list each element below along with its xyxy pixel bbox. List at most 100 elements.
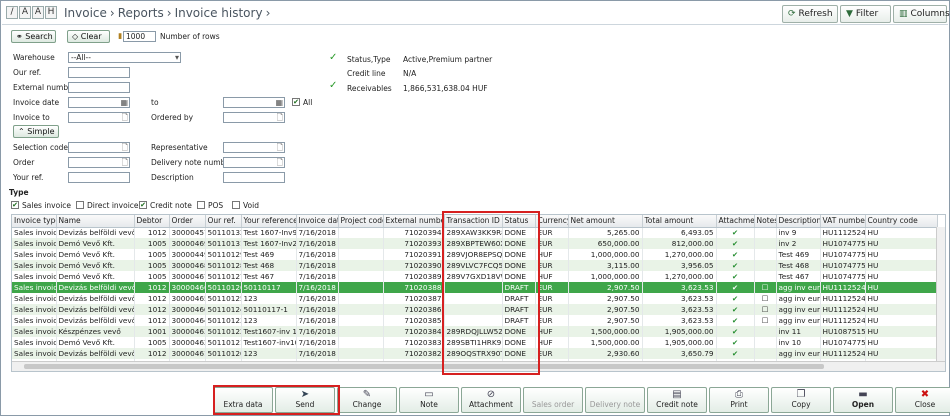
font-button-h[interactable]: H xyxy=(45,6,57,19)
print-button[interactable]: ⎙ Print xyxy=(709,387,769,413)
column-header[interactable]: VAT number xyxy=(820,215,866,228)
sales-invoice-checkbox[interactable]: ✔ xyxy=(11,201,19,209)
table-cell: Sales invoice xyxy=(12,293,57,304)
columns-icon: ▥ xyxy=(899,9,908,19)
order-input[interactable]: 🗋 xyxy=(68,157,130,168)
delivery-note-number-label: Delivery note number xyxy=(151,158,234,167)
font-button-small-a[interactable]: A xyxy=(19,6,31,19)
all-checkbox[interactable]: ✔ xyxy=(292,98,300,106)
warehouse-select[interactable]: --All-- ▾ xyxy=(68,52,181,63)
breadcrumb-reports[interactable]: Reports xyxy=(118,6,164,20)
columns-button[interactable]: ▥ Columns xyxy=(893,5,950,23)
table-cell: ✔ xyxy=(716,260,755,271)
vertical-scrollbar[interactable] xyxy=(936,227,945,361)
column-header[interactable]: Our ref. xyxy=(205,215,242,228)
table-cell: 1005 xyxy=(134,260,170,271)
lookup-icon[interactable]: 🗋 xyxy=(277,143,283,152)
table-cell: 1,000,000.00 xyxy=(568,271,643,282)
table-cell xyxy=(338,315,384,326)
column-header[interactable]: Notes xyxy=(754,215,777,228)
column-header[interactable]: Your reference xyxy=(241,215,297,228)
delivery-note-number-input[interactable]: 🗋 xyxy=(223,157,285,168)
our-ref-input[interactable] xyxy=(68,67,130,78)
table-cell: Sales invoice xyxy=(12,304,57,315)
table-cell: 50110126 xyxy=(205,282,242,293)
delivery-note-button: Delivery note xyxy=(585,387,645,413)
close-label: Close xyxy=(914,400,936,409)
filter-button[interactable]: ▼ Filter xyxy=(840,5,891,23)
column-header[interactable]: Description xyxy=(776,215,821,228)
calendar-icon[interactable]: ▦ xyxy=(120,98,128,107)
column-header[interactable]: Invoice type xyxy=(12,215,57,228)
type-title: Type xyxy=(9,188,29,197)
pos-checkbox[interactable] xyxy=(197,201,205,209)
print-icon: ⎙ xyxy=(735,389,743,400)
credit-note-button[interactable]: ▤ Credit note xyxy=(647,387,707,413)
table-cell: agg inv eur xyxy=(776,293,821,304)
invoice-to-input[interactable]: 🗋 xyxy=(68,112,130,123)
column-header[interactable]: Project code xyxy=(338,215,384,228)
table-cell: 123 xyxy=(241,315,297,326)
void-checkbox[interactable] xyxy=(232,201,240,209)
table-cell: 2,907.50 xyxy=(568,304,643,315)
external-number-input[interactable] xyxy=(68,82,130,93)
table-cell: 50110127 xyxy=(205,271,242,282)
note-button[interactable]: ▭ Note xyxy=(399,387,459,413)
column-header[interactable]: External number xyxy=(383,215,445,228)
table-cell: agg inv eur xyxy=(776,282,821,293)
column-header[interactable]: Name xyxy=(56,215,135,228)
description-input[interactable] xyxy=(223,172,285,183)
horizontal-scroll-thumb[interactable] xyxy=(24,364,824,369)
breadcrumb-invoice[interactable]: Invoice xyxy=(64,6,107,20)
representative-input[interactable]: 🗋 xyxy=(223,142,285,153)
lookup-icon[interactable]: 🗋 xyxy=(122,158,128,167)
table-cell: Devizás belföldi vevő xyxy=(56,315,135,326)
change-button[interactable]: ✎ Change xyxy=(337,387,397,413)
direct-invoice-checkbox[interactable] xyxy=(76,201,84,209)
column-header[interactable]: Order xyxy=(169,215,206,228)
table-cell: 1,905,000.00 xyxy=(642,326,717,337)
table-cell xyxy=(338,227,384,238)
lookup-icon[interactable]: 🗋 xyxy=(122,113,128,122)
ordered-by-input[interactable]: 🗋 xyxy=(223,112,285,123)
print-label: Print xyxy=(730,400,748,409)
column-header[interactable]: Total amount xyxy=(642,215,717,228)
invoice-date-from-input[interactable]: ▦ xyxy=(68,97,130,108)
font-button-large-a[interactable]: A xyxy=(32,6,44,19)
column-header[interactable]: Invoice date xyxy=(296,215,339,228)
refresh-button[interactable]: ⟳ Refresh xyxy=(782,5,838,23)
close-button[interactable]: ✖ Close xyxy=(895,387,950,413)
simple-label: Simple xyxy=(27,127,55,136)
copy-button[interactable]: ❐ Copy xyxy=(771,387,831,413)
clear-button[interactable]: ◇ Clear xyxy=(67,30,110,43)
table-cell: agg inv eur xyxy=(776,348,821,359)
column-header[interactable]: Debtor xyxy=(134,215,170,228)
font-button-slash[interactable]: / xyxy=(6,6,18,19)
attachment-button[interactable]: ⊘ Attachment xyxy=(461,387,521,413)
table-cell: 30000469 xyxy=(169,238,206,249)
table-cell xyxy=(338,293,384,304)
your-ref-input[interactable] xyxy=(68,172,130,183)
column-header[interactable]: Country code xyxy=(865,215,938,228)
number-of-rows-input[interactable]: 1000 xyxy=(123,31,156,42)
lookup-icon[interactable]: 🗋 xyxy=(277,158,283,167)
your-ref-label: Your ref. xyxy=(13,173,44,182)
open-button[interactable]: ▬ Open xyxy=(833,387,893,413)
external-number-label: External number xyxy=(13,83,76,92)
breadcrumb-sep: › xyxy=(166,6,172,20)
table-cell: Devizás belföldi vevő xyxy=(56,227,135,238)
column-header[interactable]: Net amount xyxy=(568,215,643,228)
credit-note-checkbox[interactable]: ✔ xyxy=(139,201,147,209)
table-cell: HU xyxy=(865,315,938,326)
lookup-icon[interactable]: 🗋 xyxy=(277,113,283,122)
breadcrumb-sep: › xyxy=(109,6,115,20)
invoice-date-to-input[interactable]: ▦ xyxy=(223,97,285,108)
column-header[interactable]: Attachment xyxy=(716,215,755,228)
simple-toggle-button[interactable]: ⌃ Simple xyxy=(13,125,59,138)
calendar-icon[interactable]: ▦ xyxy=(275,98,283,107)
lookup-icon[interactable]: 🗋 xyxy=(122,143,128,152)
table-cell: Test1607-inv 11 xyxy=(241,326,297,337)
selection-code-input[interactable]: 🗋 xyxy=(68,142,130,153)
search-button[interactable]: ⚭ Search xyxy=(11,30,56,43)
table-cell xyxy=(754,238,777,249)
